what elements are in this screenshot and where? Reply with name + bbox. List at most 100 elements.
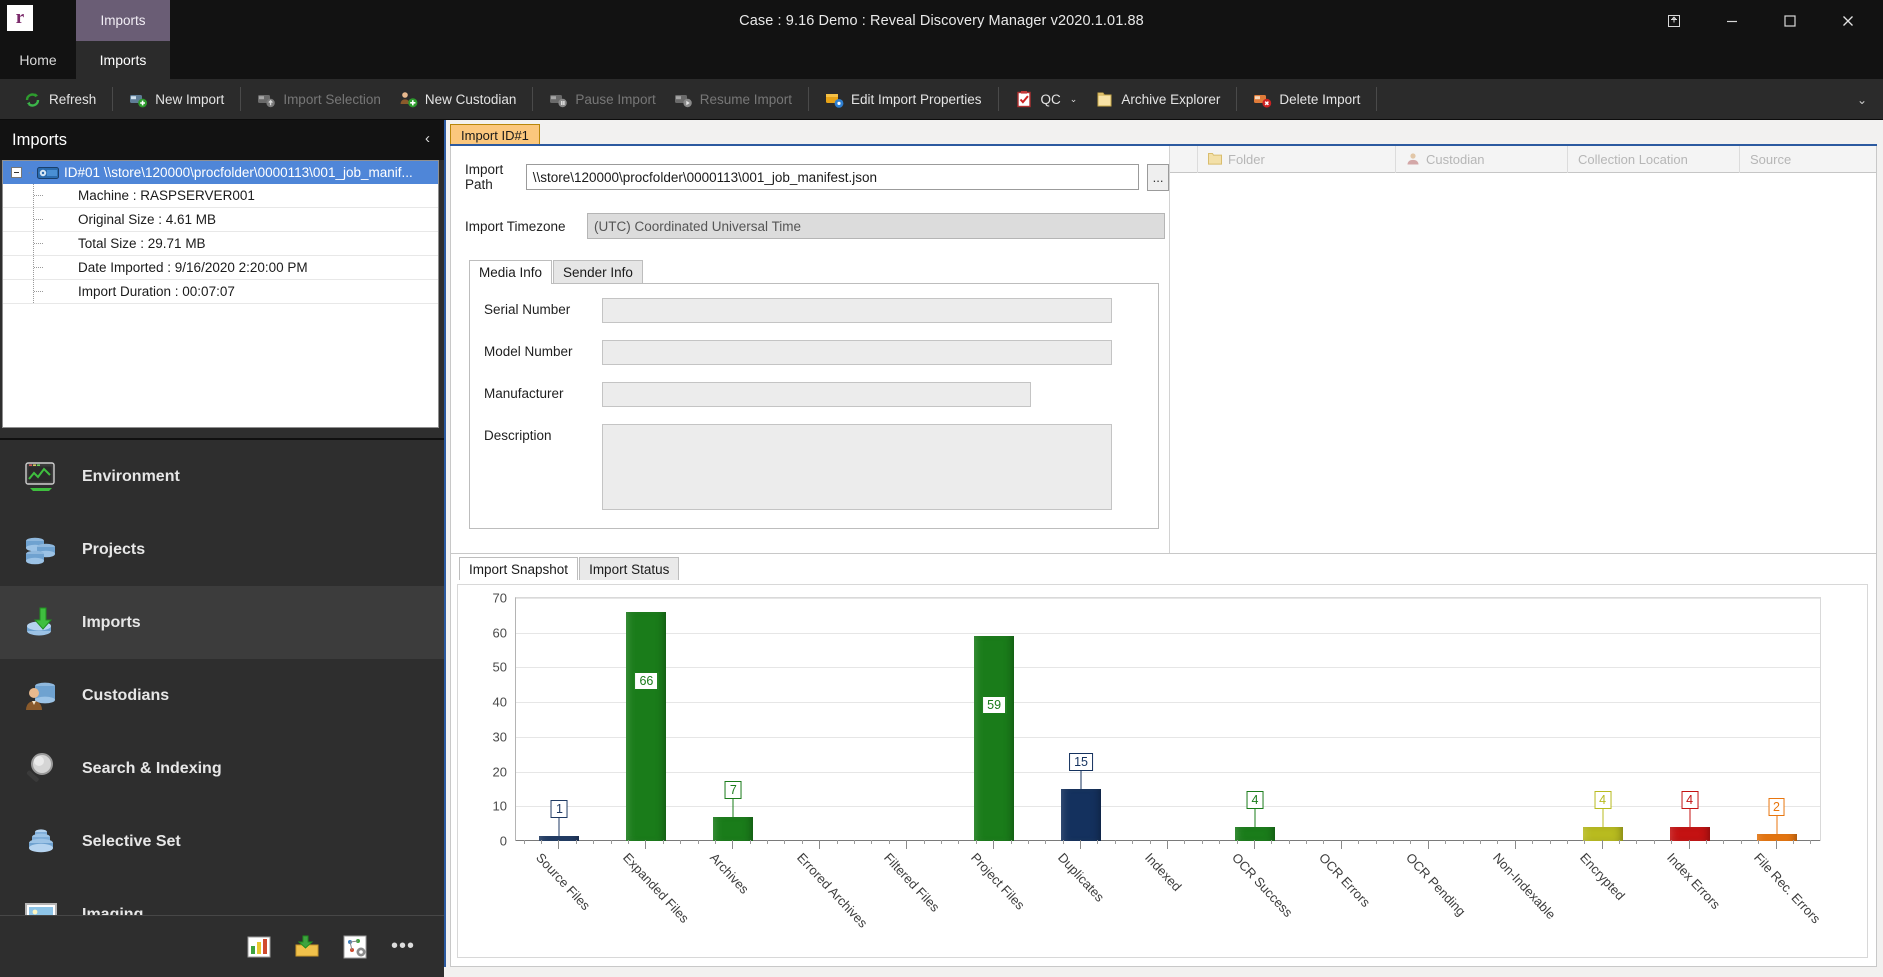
chart-x-minor-tick (1810, 840, 1812, 844)
folder-custodian-grid[interactable]: Folder Custodian Collection Location Sou… (1169, 146, 1876, 558)
tree-item-import-duration[interactable]: Import Duration : 00:07:07 (3, 280, 438, 304)
sidebar-item-projects[interactable]: Projects (0, 513, 444, 586)
import-path-input[interactable]: \\store\120000\procfolder\0000113\001_jo… (525, 164, 1140, 190)
close-window-button[interactable] (1819, 0, 1877, 41)
tree-item-original-size[interactable]: Original Size : 4.61 MB (3, 208, 438, 232)
tree-expander-icon[interactable] (11, 167, 22, 178)
delete-import-button[interactable]: Delete Import (1244, 82, 1369, 116)
window-controls (1645, 0, 1877, 41)
chart-x-minor-tick (784, 840, 786, 844)
chart-x-minor-tick (1462, 840, 1464, 844)
chart-bar[interactable] (626, 611, 667, 841)
chart-x-minor-tick (1497, 840, 1499, 844)
chart-x-minor-tick (871, 840, 873, 844)
tree-item-machine[interactable]: Machine : RASPSERVER001 (3, 184, 438, 208)
maximize-window-button[interactable] (1761, 0, 1819, 41)
main-content: Import ID#1 Import Path \\store\120000\p… (444, 120, 1883, 977)
settings-nodes-icon[interactable] (342, 934, 368, 960)
chart-x-major-tick (645, 840, 647, 849)
ribbon-expand-button[interactable]: ⌄ (1857, 79, 1867, 120)
grid-column-collection-location[interactable]: Collection Location (1568, 146, 1740, 173)
tab-media-info[interactable]: Media Info (469, 260, 553, 284)
chart-bar[interactable] (1234, 827, 1275, 841)
chart-x-minor-tick (575, 840, 577, 844)
resume-import-icon (674, 90, 693, 109)
tree-item-label: Total Size : 29.71 MB (78, 236, 206, 251)
tree-item-total-size[interactable]: Total Size : 29.71 MB (3, 232, 438, 256)
sidebar-item-search-indexing[interactable]: Search & Indexing (0, 732, 444, 805)
chart-x-minor-tick (1410, 840, 1412, 844)
ribbon-tab-home[interactable]: Home (0, 41, 76, 79)
manufacturer-input[interactable] (602, 382, 1031, 407)
more-options-icon[interactable]: ••• (390, 934, 416, 960)
reports-bar-chart-icon[interactable] (246, 934, 272, 960)
chart-x-minor-tick (1045, 840, 1047, 844)
grid-column-selector[interactable] (1170, 146, 1198, 173)
description-textarea[interactable] (602, 424, 1112, 510)
browse-path-button[interactable]: ... (1147, 163, 1169, 191)
tab-import-id-1[interactable]: Import ID#1 (450, 124, 540, 146)
chart-y-tick-label: 30 (492, 729, 507, 745)
sidebar-item-selective-set[interactable]: Selective Set (0, 805, 444, 878)
upload-folder-icon[interactable] (294, 934, 320, 960)
chart-x-tick-label: OCR Errors (1315, 850, 1374, 910)
delete-import-icon (1253, 90, 1272, 109)
tab-import-snapshot[interactable]: Import Snapshot (459, 557, 579, 580)
ribbon-tab-imports[interactable]: Imports (76, 41, 170, 79)
qc-button[interactable]: QC ⌄ (1006, 82, 1087, 116)
grid-column-custodian[interactable]: Custodian (1396, 146, 1568, 173)
sidebar-item-imports[interactable]: Imports (0, 586, 444, 659)
chart-x-minor-tick (1306, 840, 1308, 844)
toolbar-separator (240, 87, 242, 111)
tab-sender-info[interactable]: Sender Info (553, 260, 643, 284)
model-number-row: Model Number (484, 340, 1158, 365)
chart-x-tick-label: Errored Archives (794, 850, 871, 931)
chart-bar[interactable] (1582, 827, 1623, 841)
grid-header-row: Folder Custodian Collection Location Sou… (1170, 146, 1876, 173)
archive-explorer-button[interactable]: Archive Explorer (1086, 82, 1229, 116)
chart-x-major-tick (558, 840, 560, 849)
qc-icon (1015, 90, 1034, 109)
chart-value-label: 59 (982, 696, 1007, 715)
chart-bar[interactable] (1061, 788, 1102, 841)
sidebar-item-custodians[interactable]: Custodians (0, 659, 444, 732)
sidebar-item-environment[interactable]: Environment (0, 440, 444, 513)
import-details-card: Import Path \\store\120000\procfolder\00… (450, 146, 1877, 559)
import-tab-strip: Import ID#1 (450, 124, 1877, 146)
collapse-panel-icon[interactable]: ‹ (425, 130, 430, 147)
chart-bar[interactable] (713, 816, 754, 841)
minimize-window-button[interactable] (1703, 0, 1761, 41)
serial-number-label: Serial Number (484, 302, 571, 317)
new-import-button[interactable]: New Import (120, 82, 233, 116)
grid-column-label: Collection Location (1578, 152, 1688, 167)
chart-label-stem (1602, 809, 1604, 828)
grid-column-folder[interactable]: Folder (1198, 146, 1396, 173)
chart-bar[interactable] (539, 836, 580, 841)
imports-tree[interactable]: ·· ID#01 \\store\120000\procfolder\00001… (2, 160, 439, 428)
serial-number-input[interactable] (602, 298, 1112, 323)
new-import-icon (129, 90, 148, 109)
chart-x-minor-tick (1636, 840, 1638, 844)
titlebar-tab-imports[interactable]: Imports (76, 0, 170, 41)
tree-item-date-imported[interactable]: Date Imported : 9/16/2020 2:20:00 PM (3, 256, 438, 280)
model-number-input[interactable] (602, 340, 1112, 365)
edit-import-properties-button[interactable]: Edit Import Properties (816, 82, 991, 116)
chart-bar[interactable] (1669, 827, 1710, 841)
chart-bar[interactable] (974, 636, 1015, 841)
refresh-button[interactable]: Refresh (14, 82, 105, 116)
chart-gridline (516, 667, 1820, 669)
tree-root-node[interactable]: ·· ID#01 \\store\120000\procfolder\00001… (3, 161, 438, 184)
restore-window-button[interactable] (1645, 0, 1703, 41)
new-custodian-button[interactable]: New Custodian (390, 82, 526, 116)
chart-tab-strip: Import Snapshot Import Status (451, 554, 1876, 580)
chart-x-minor-tick (801, 840, 803, 844)
chart-x-tick-label: Source Files (533, 850, 594, 914)
chart-x-minor-tick (1184, 840, 1186, 844)
chart-value-label: 2 (1768, 798, 1786, 817)
import-form: Import Path \\store\120000\procfolder\00… (451, 146, 1169, 558)
grid-column-source[interactable]: Source (1740, 146, 1876, 173)
tab-import-status[interactable]: Import Status (579, 557, 680, 580)
chart-gridline (516, 736, 1820, 738)
chart-x-minor-tick (1705, 840, 1707, 844)
sidebar-nav: Environment Projects Imports Custodians … (0, 438, 444, 927)
